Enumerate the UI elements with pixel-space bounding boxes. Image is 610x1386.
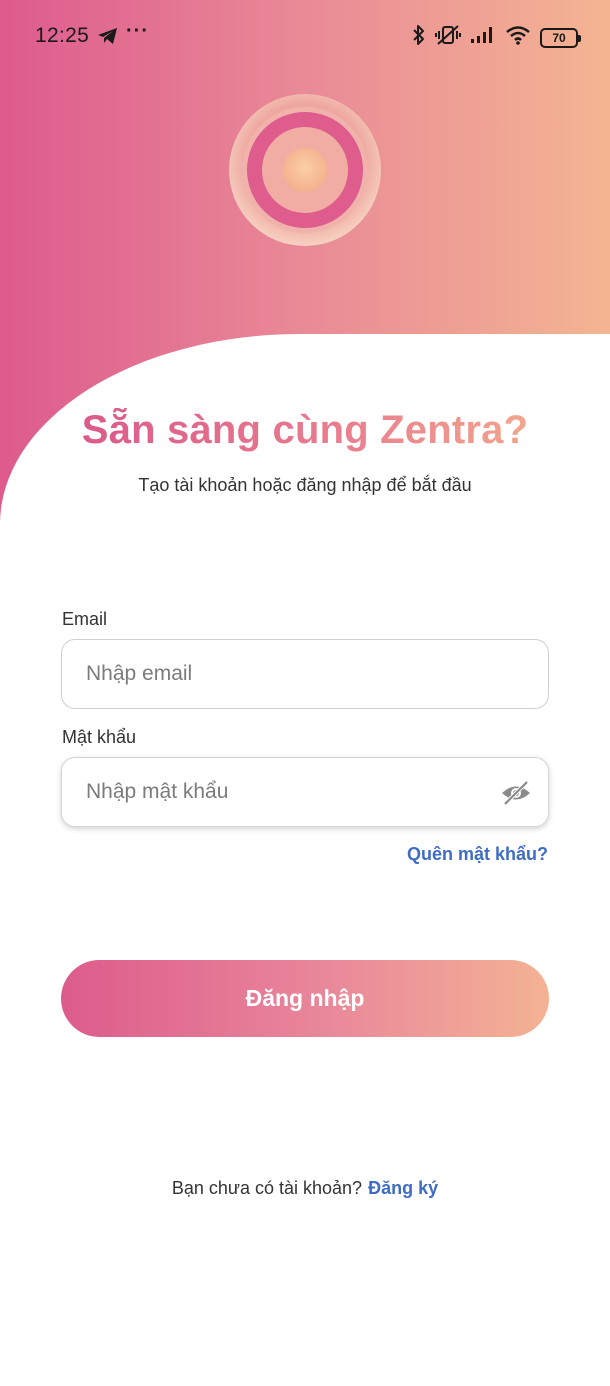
login-button[interactable]: Đăng nhập: [61, 960, 549, 1037]
email-label: Email: [62, 609, 108, 629]
signal-icon: [470, 26, 496, 49]
bluetooth-icon: [412, 24, 426, 51]
telegram-icon: [97, 27, 119, 50]
password-field-box[interactable]: [61, 757, 549, 827]
password-input[interactable]: [62, 758, 548, 826]
email-field-box[interactable]: [61, 639, 549, 709]
forgot-password-link[interactable]: Quên mật khẩu?: [407, 844, 548, 865]
wifi-icon: [505, 25, 531, 50]
more-notifications-icon: ···: [126, 20, 149, 42]
status-bar: 12:25 ··· 70: [0, 0, 610, 72]
status-time: 12:25: [35, 24, 90, 47]
app-logo: [228, 93, 382, 247]
vibrate-off-icon: [435, 24, 461, 51]
eye-off-icon[interactable]: [500, 779, 532, 807]
signup-prompt: Bạn chưa có tài khoản?: [171, 1178, 363, 1198]
email-input[interactable]: [62, 640, 548, 708]
battery-icon: 70: [540, 27, 581, 48]
password-label: Mật khẩu: [62, 727, 137, 747]
status-icons: 70: [412, 24, 581, 51]
signup-row: Bạn chưa có tài khoản? Đăng ký: [0, 1178, 610, 1199]
signup-link[interactable]: Đăng ký: [368, 1178, 438, 1198]
page-title-text: Sẵn sàng cùng Zentra?: [81, 408, 529, 452]
page-subtitle: Tạo tài khoản hoặc đăng nhập để bắt đầu: [138, 475, 472, 495]
page-title: Sẵn sàng cùng Zentra?: [0, 408, 610, 453]
